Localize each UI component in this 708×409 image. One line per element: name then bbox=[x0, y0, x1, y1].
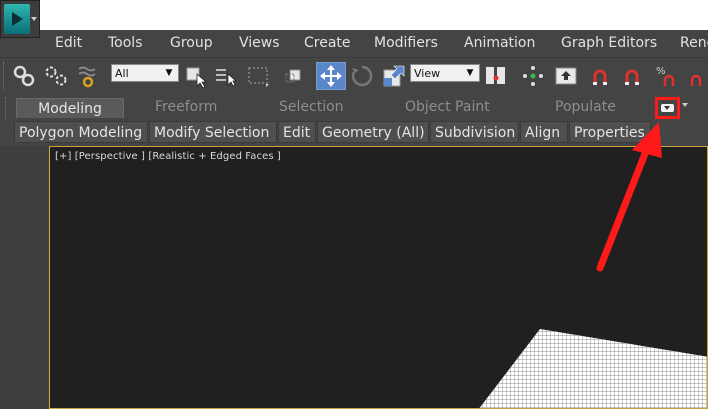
rectangular-selection-region-icon[interactable] bbox=[246, 64, 270, 88]
tab-modeling[interactable]: Modeling bbox=[16, 98, 124, 118]
panel-align[interactable]: Align bbox=[520, 121, 568, 143]
ribbon-options-chevron-icon[interactable] bbox=[682, 103, 688, 107]
chevron-down-icon: ▼ bbox=[165, 68, 173, 78]
app-menu-button[interactable] bbox=[0, 0, 40, 38]
ribbon-minimize-button[interactable] bbox=[655, 97, 680, 119]
menu-animation[interactable]: Animation bbox=[464, 35, 535, 51]
minimize-toggle-icon bbox=[661, 104, 674, 112]
reference-coordinate-value: View bbox=[414, 67, 441, 80]
spinner-snap-toggle-icon[interactable] bbox=[688, 64, 708, 88]
select-by-name-icon[interactable] bbox=[214, 64, 238, 88]
menu-rendering[interactable]: Rend bbox=[680, 35, 708, 51]
chevron-down-icon bbox=[31, 17, 37, 21]
menu-create[interactable]: Create bbox=[304, 35, 351, 51]
plane-mesh bbox=[479, 329, 707, 408]
ribbon-tab-bar: Modeling Freeform Selection Object Paint… bbox=[0, 95, 708, 141]
link-icon[interactable] bbox=[12, 64, 36, 88]
main-toolbar: All ▼ View ▼ % bbox=[0, 57, 708, 94]
left-strip bbox=[0, 146, 48, 409]
panel-subdivision[interactable]: Subdivision bbox=[430, 121, 519, 143]
chevron-down-icon: ▼ bbox=[466, 68, 474, 78]
select-and-scale-icon[interactable] bbox=[382, 64, 406, 88]
panel-properties[interactable]: Properties bbox=[569, 121, 651, 143]
menu-graph-editors[interactable]: Graph Editors bbox=[561, 35, 657, 51]
percent-snap-toggle-icon[interactable]: % bbox=[656, 64, 680, 88]
tab-object-paint[interactable]: Object Paint bbox=[405, 99, 490, 115]
select-and-rotate-icon[interactable] bbox=[350, 64, 374, 88]
panel-polygon-modeling[interactable]: Polygon Modeling bbox=[14, 121, 148, 143]
svg-text:%: % bbox=[656, 66, 666, 77]
tab-selection[interactable]: Selection bbox=[279, 99, 344, 115]
keyboard-shortcut-override-icon[interactable] bbox=[554, 64, 578, 88]
ribbon-panel-bar: Polygon Modeling Modify Selection Edit G… bbox=[0, 120, 708, 144]
snaps-toggle-icon[interactable] bbox=[590, 64, 614, 88]
3dsmax-logo-icon bbox=[4, 4, 30, 34]
panel-edit[interactable]: Edit bbox=[278, 121, 316, 143]
angle-snap-toggle-icon[interactable] bbox=[622, 64, 646, 88]
unlink-icon[interactable] bbox=[44, 64, 68, 88]
panel-geometry-all[interactable]: Geometry (All) bbox=[317, 121, 429, 143]
perspective-viewport[interactable]: [+] [Perspective ] [Realistic + Edged Fa… bbox=[49, 146, 708, 409]
tab-populate[interactable]: Populate bbox=[555, 99, 616, 115]
selection-filter-value: All bbox=[115, 67, 129, 80]
select-and-manipulate-icon[interactable] bbox=[521, 64, 545, 88]
menu-edit[interactable]: Edit bbox=[55, 35, 82, 51]
tab-freeform[interactable]: Freeform bbox=[155, 99, 217, 115]
use-pivot-center-icon[interactable] bbox=[484, 64, 508, 88]
bind-space-warp-icon[interactable] bbox=[77, 64, 101, 88]
select-object-icon[interactable] bbox=[184, 64, 208, 88]
menu-group[interactable]: Group bbox=[170, 35, 213, 51]
select-and-move-icon[interactable] bbox=[316, 62, 346, 90]
menu-tools[interactable]: Tools bbox=[108, 35, 143, 51]
title-bar bbox=[0, 0, 708, 30]
reference-coordinate-dropdown[interactable]: View ▼ bbox=[410, 64, 480, 82]
panel-modify-selection[interactable]: Modify Selection bbox=[149, 121, 277, 143]
selection-filter-dropdown[interactable]: All ▼ bbox=[111, 64, 179, 82]
window-crossing-icon[interactable] bbox=[282, 64, 306, 88]
menu-bar: Edit Tools Group Views Create Modifiers … bbox=[40, 30, 708, 57]
toolbar-grip[interactable] bbox=[3, 62, 7, 90]
menu-views[interactable]: Views bbox=[239, 35, 280, 51]
menu-modifiers[interactable]: Modifiers bbox=[374, 35, 438, 51]
